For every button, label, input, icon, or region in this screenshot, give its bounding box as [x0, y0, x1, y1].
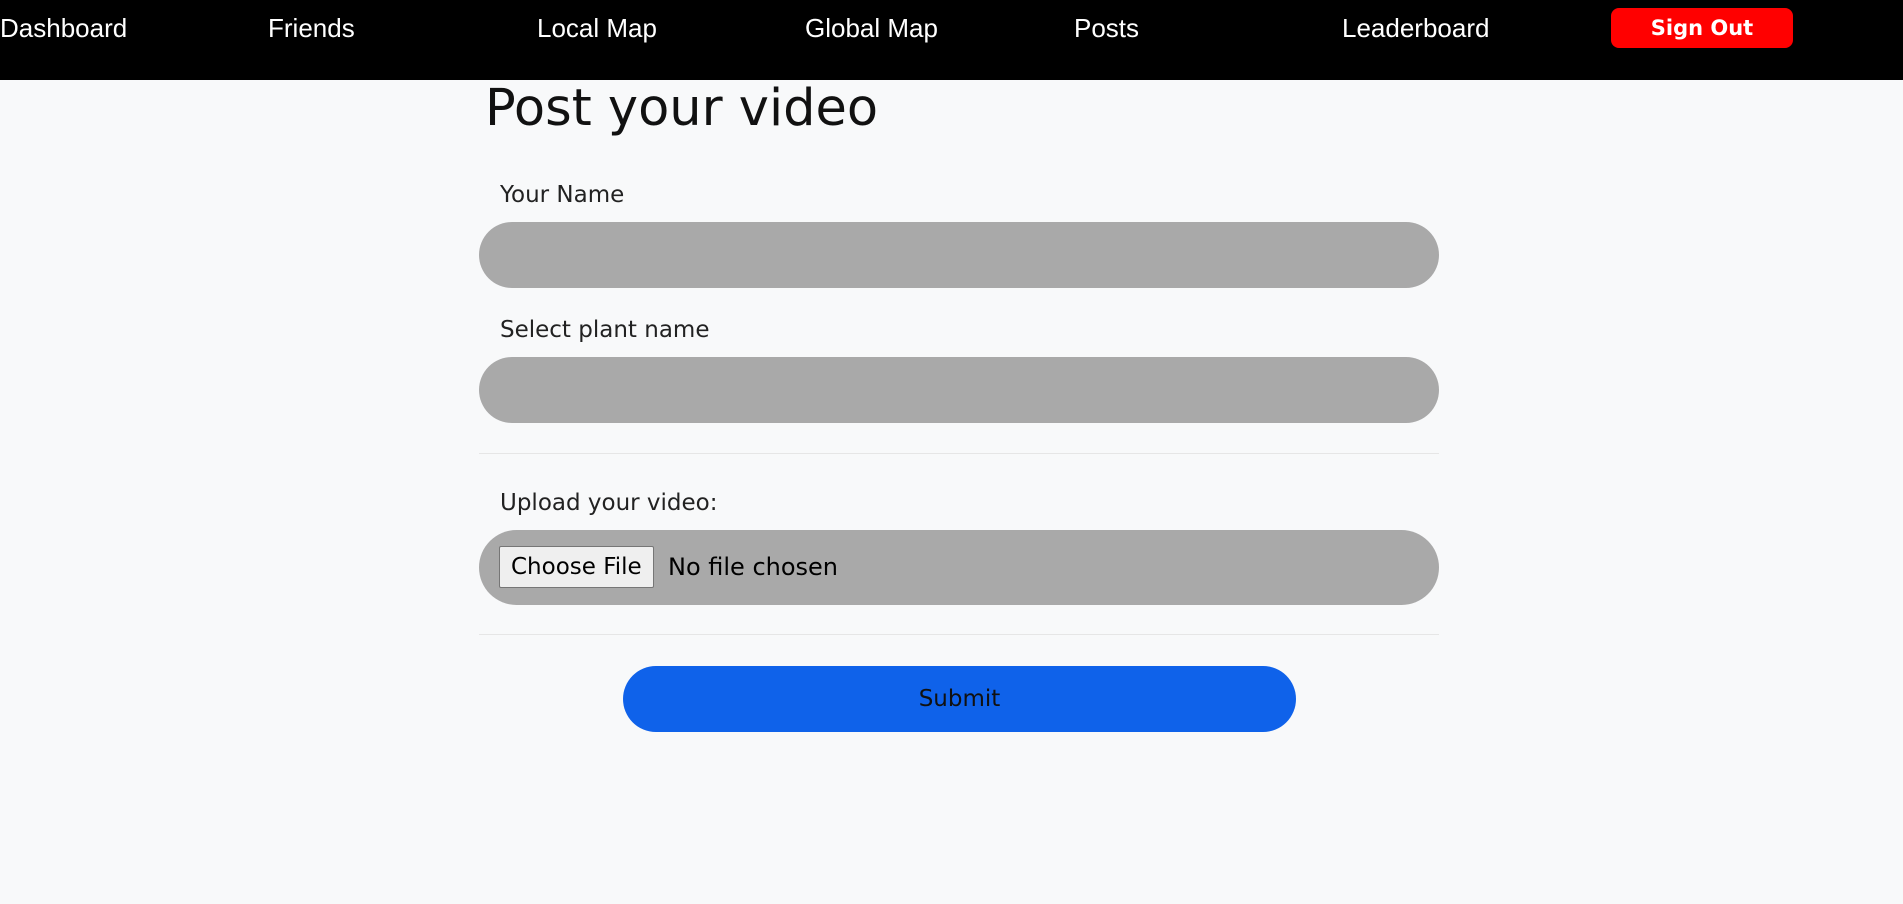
plant-name-input[interactable] [479, 357, 1439, 423]
nav-link-friends[interactable]: Friends [268, 12, 355, 44]
divider [479, 634, 1439, 635]
nav-link-dashboard[interactable]: Dashboard [0, 12, 127, 44]
name-field-label: Your Name [500, 182, 625, 208]
nav-link-posts[interactable]: Posts [1074, 12, 1139, 44]
name-input[interactable] [479, 222, 1439, 288]
divider [479, 453, 1439, 454]
nav-link-global-map[interactable]: Global Map [805, 12, 938, 44]
file-status-text: No file chosen [668, 553, 839, 581]
nav-link-leaderboard[interactable]: Leaderboard [1342, 12, 1489, 44]
nav-link-local-map[interactable]: Local Map [537, 12, 657, 44]
video-file-input[interactable]: Choose File No file chosen [479, 530, 1439, 605]
upload-field-label: Upload your video: [500, 490, 718, 516]
top-navbar: Dashboard Friends Local Map Global Map P… [0, 0, 1903, 80]
sign-out-button[interactable]: Sign Out [1611, 8, 1793, 48]
plant-field-label: Select plant name [500, 317, 710, 343]
page-title: Post your video [485, 79, 879, 138]
choose-file-button[interactable]: Choose File [499, 546, 654, 588]
submit-button[interactable]: Submit [623, 666, 1296, 732]
